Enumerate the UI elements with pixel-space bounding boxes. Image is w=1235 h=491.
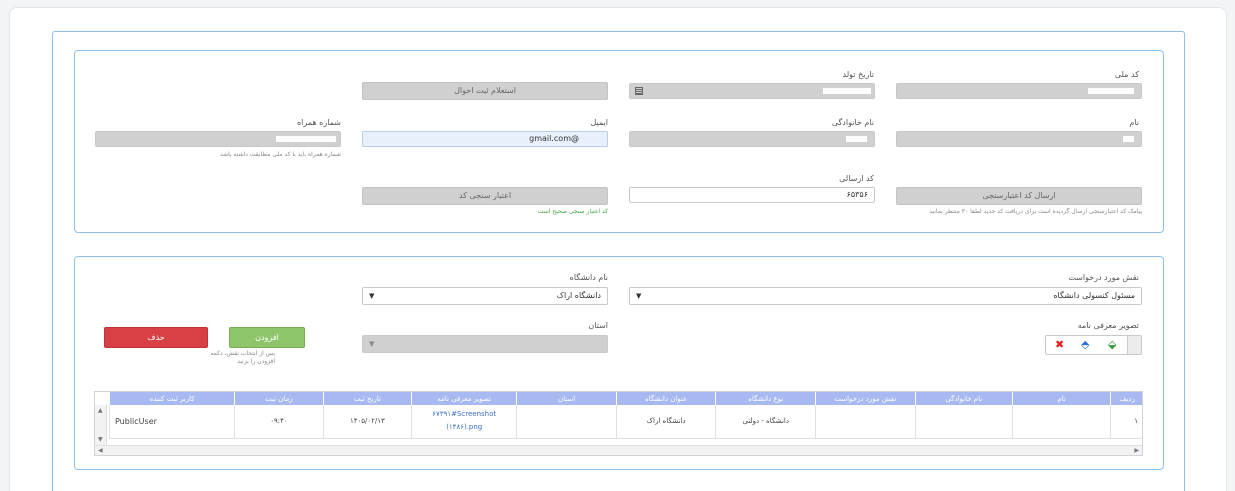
cell-time: ۰۹:۴۰ [234, 405, 324, 439]
masked-value [276, 136, 336, 142]
birth-date-field[interactable] [629, 83, 875, 99]
last-name-label: نام خانوادگی [831, 118, 874, 127]
send-code-hint: پیامک کد اعتبارسنجی ارسال گردیده است برا… [929, 208, 1142, 215]
add-hint: پس از انتخاب نقش، دکمه افزودن را بزنید [210, 350, 275, 365]
first-name-label: نام [1129, 118, 1139, 127]
column-header[interactable]: نوع دانشگاه [715, 392, 816, 405]
column-header[interactable]: تاریخ ثبت [322, 392, 412, 405]
send-verification-code-button[interactable]: ارسال کد اعتبارسنجی [896, 187, 1142, 205]
masked-value [1088, 88, 1134, 94]
mobile-field[interactable] [95, 131, 341, 147]
role-select[interactable]: مسئول کنسولی دانشگاه ▼ [629, 287, 1142, 305]
download-icon[interactable]: ⬘ [1081, 339, 1089, 351]
chevron-down-icon: ▼ [369, 340, 375, 348]
delete-button[interactable]: حذف [104, 327, 208, 348]
mobile-hint: شماره همراه باید با کد ملی مطابقت داشته … [219, 151, 341, 158]
civil-registry-inquiry-button[interactable]: استعلام ثبت احوال [362, 82, 608, 100]
cell-role [815, 405, 916, 439]
verify-code-button[interactable]: اعتبار سنجی کد [362, 187, 608, 205]
scroll-right-icon[interactable]: ▶ [1134, 447, 1139, 454]
email-label: ایمیل [590, 118, 608, 127]
last-name-field[interactable] [629, 131, 875, 147]
cell-province [516, 405, 617, 439]
table-header-row: ردیف نام نام خانوادگی نقش مورد درخواست ن… [108, 392, 1142, 405]
cell-university-title: دانشگاه اراک [615, 405, 716, 439]
remove-file-icon[interactable]: ✖ [1055, 339, 1064, 351]
masked-value [1123, 136, 1134, 142]
upload-icon[interactable]: ⬙ [1108, 339, 1116, 351]
add-button[interactable]: افزودن [229, 327, 305, 348]
cell-last-name [914, 405, 1013, 439]
chevron-down-icon: ▼ [636, 292, 642, 300]
role-label: نقش مورد درخواست [1068, 273, 1139, 282]
intro-letter-link[interactable]: ۶۷۳۹۱#Screenshot (۱۴۸۶).png [411, 405, 517, 439]
chevron-down-icon: ▼ [369, 292, 375, 300]
requests-table: ردیف نام نام خانوادگی نقش مورد درخواست ن… [108, 392, 1142, 439]
province-select[interactable]: ▼ [362, 335, 608, 353]
intro-letter-upload[interactable]: ✖ ⬘ ⬙ [1045, 335, 1142, 355]
column-header[interactable]: نقش مورد درخواست [815, 392, 916, 405]
vertical-scrollbar[interactable]: ▲ ▼ [95, 405, 107, 445]
verify-success-message: کد اعتبار سنجی صحیح است [537, 208, 608, 215]
cell-user: PublicUser [108, 405, 235, 439]
university-label: نام دانشگاه [569, 273, 608, 282]
requests-grid: ردیف نام نام خانوادگی نقش مورد درخواست ن… [94, 391, 1143, 456]
first-name-field[interactable] [896, 131, 1142, 147]
column-header[interactable]: استان [516, 392, 617, 405]
upload-handle[interactable] [1127, 336, 1141, 354]
sent-code-input[interactable]: ۶۵۳۵۶ [629, 187, 875, 203]
calendar-icon[interactable] [635, 87, 643, 95]
table-row[interactable]: ۱ دانشگاه - دولتی دانشگاه اراک ۶۷۳۹۱#Scr… [108, 405, 1142, 439]
masked-value [823, 88, 871, 94]
national-code-field[interactable] [896, 83, 1142, 99]
column-header[interactable]: عنوان دانشگاه [615, 392, 716, 405]
cell-university-type: دانشگاه - دولتی [715, 405, 816, 439]
province-label: استان [588, 321, 608, 330]
intro-letter-label: تصویر معرفی نامه [1077, 321, 1139, 330]
column-header[interactable]: تصویر معرفی نامه [411, 392, 517, 405]
email-field[interactable]: @gmail.com [362, 131, 608, 147]
cell-date: ۱۴۰۵/۰۲/۱۳ [322, 405, 412, 439]
column-header[interactable]: کاربر ثبت کننده [108, 392, 235, 405]
cell-first-name [1011, 405, 1111, 439]
birth-date-label: تاریخ تولد [842, 70, 874, 79]
scroll-up-icon[interactable]: ▲ [98, 407, 103, 414]
column-header[interactable]: ردیف [1110, 392, 1142, 405]
column-header[interactable]: نام [1011, 392, 1111, 405]
mobile-label: شماره همراه [296, 118, 341, 127]
column-header[interactable]: نام خانوادگی [914, 392, 1013, 405]
university-select[interactable]: دانشگاه اراک ▼ [362, 287, 608, 305]
masked-value [846, 136, 867, 142]
sent-code-label: کد ارسالی [839, 174, 874, 183]
national-code-label: کد ملی [1114, 70, 1139, 79]
scroll-down-icon[interactable]: ▼ [98, 436, 103, 443]
horizontal-scrollbar[interactable]: ◀ ▶ [95, 445, 1142, 455]
cell-row-no: ۱ [1110, 405, 1142, 439]
column-header[interactable]: زمان ثبت [234, 392, 324, 405]
scroll-left-icon[interactable]: ◀ [98, 447, 103, 454]
